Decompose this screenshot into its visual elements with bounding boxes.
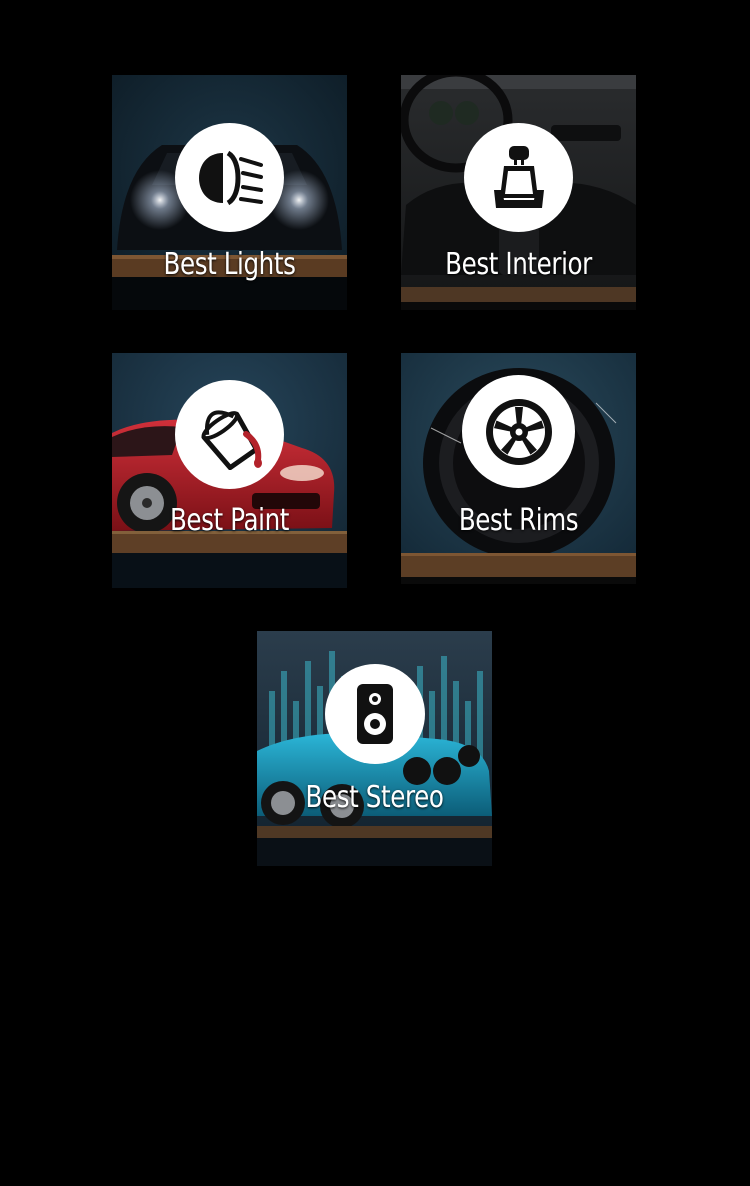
tile-label-stereo: Best Stereo: [305, 780, 444, 815]
car-seat-icon-circle: [464, 123, 573, 232]
tile-best-lights[interactable]: Best Lights: [112, 75, 347, 310]
headlight-icon: [198, 150, 263, 205]
tile-label-rims: Best Rims: [458, 503, 579, 538]
tile-best-rims[interactable]: Best Rims: [401, 353, 636, 584]
speaker-icon-circle: [325, 664, 425, 764]
car-seat-icon: [493, 145, 544, 208]
tile-best-interior[interactable]: Best Interior: [401, 75, 636, 310]
tile-label-interior: Best Interior: [445, 247, 592, 282]
paint-bucket-icon: [200, 409, 262, 470]
rim-wheel-icon: [485, 398, 552, 465]
rim-wheel-icon-circle: [462, 375, 575, 488]
tile-label-paint: Best Paint: [169, 503, 290, 538]
tile-best-paint[interactable]: Best Paint: [112, 353, 347, 588]
speaker-icon: [357, 684, 393, 744]
tile-label-lights: Best Lights: [163, 247, 296, 282]
tile-best-stereo[interactable]: Best Stereo: [257, 631, 492, 866]
paint-bucket-icon-circle: [175, 380, 284, 489]
headlight-icon-circle: [175, 123, 284, 232]
